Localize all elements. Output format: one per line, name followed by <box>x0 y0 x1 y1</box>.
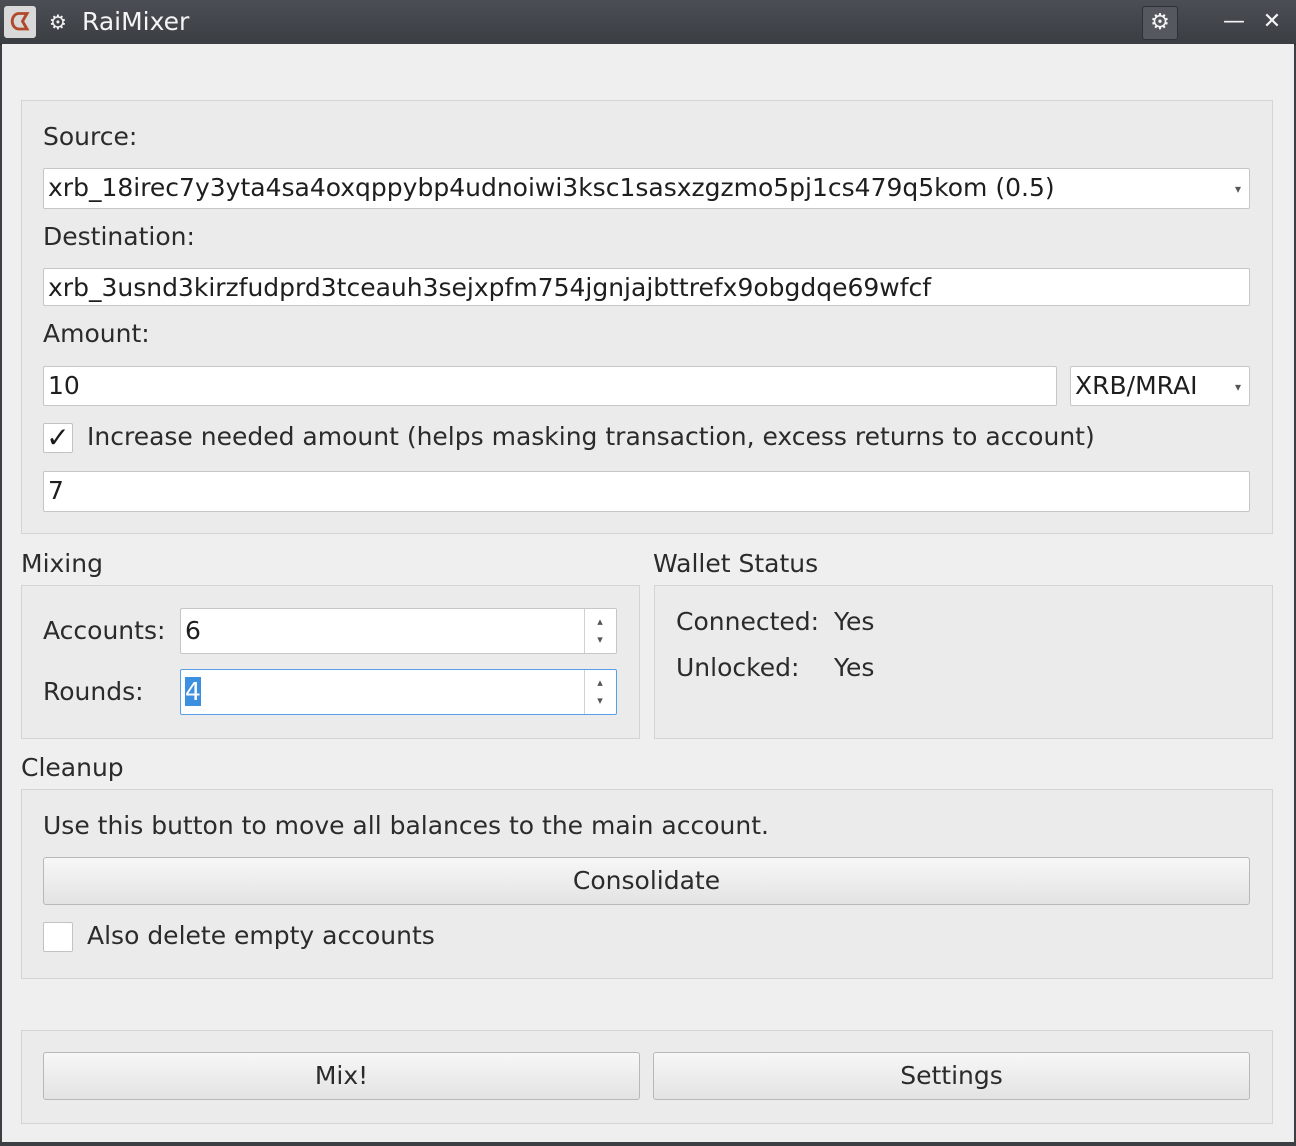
raimixer-window: ᗧ ⚙ RaiMixer ⚙ — ✕ Source: xrb_18irec7y3… <box>0 0 1296 1146</box>
delete-empty-accounts-checkbox[interactable] <box>43 922 73 952</box>
rounds-spin-buttons: ▴ ▾ <box>584 670 616 714</box>
title-bar: ᗧ ⚙ RaiMixer ⚙ — ✕ <box>0 0 1296 45</box>
unlocked-value: Yes <box>834 653 875 682</box>
delete-empty-accounts-label[interactable]: Also delete empty accounts <box>87 921 435 950</box>
unlocked-label: Unlocked: <box>676 653 800 682</box>
spin-up-icon[interactable]: ▴ <box>585 670 615 692</box>
spin-down-icon[interactable]: ▾ <box>585 692 615 714</box>
cleanup-description: Use this button to move all balances to … <box>43 811 769 840</box>
rounds-value: 4 <box>185 677 201 706</box>
minimize-icon[interactable]: — <box>1217 6 1251 38</box>
settings-button[interactable]: Settings <box>653 1052 1250 1100</box>
amount-label: Amount: <box>43 319 150 348</box>
transfer-group <box>21 100 1273 534</box>
destination-value: xrb_3usnd3kirzfudprd3tceauh3sejxpfm754jg… <box>48 273 932 302</box>
mixing-group-title: Mixing <box>21 549 103 578</box>
amount-input[interactable]: 10 <box>43 366 1057 406</box>
app-icon[interactable]: ᗧ <box>4 6 36 38</box>
rounds-spinbox[interactable]: 4 ▴ ▾ <box>180 669 617 715</box>
unit-combobox[interactable]: XRB/MRAI ▾ <box>1070 366 1250 406</box>
accounts-spin-buttons: ▴ ▾ <box>584 609 616 653</box>
accounts-value: 6 <box>185 616 201 645</box>
increase-amount-value: 7 <box>48 476 64 505</box>
unit-value: XRB/MRAI <box>1075 371 1198 400</box>
client-area: Source: xrb_18irec7y3yta4sa4oxqppybp4udn… <box>2 44 1294 1142</box>
source-label: Source: <box>43 122 138 151</box>
increase-amount-input[interactable]: 7 <box>43 471 1250 512</box>
wallet-status-title: Wallet Status <box>653 549 819 578</box>
window-menu-icon[interactable]: ⚙ <box>46 10 70 34</box>
destination-label: Destination: <box>43 222 195 251</box>
rounds-label: Rounds: <box>43 677 144 706</box>
pin-icon[interactable]: ⚙ <box>1142 6 1178 40</box>
source-combobox[interactable]: xrb_18irec7y3yta4sa4oxqppybp4udnoiwi3ksc… <box>43 168 1250 209</box>
amount-value: 10 <box>48 371 80 400</box>
consolidate-button[interactable]: Consolidate <box>43 857 1250 905</box>
spin-up-icon[interactable]: ▴ <box>585 609 615 631</box>
increase-amount-label[interactable]: Increase needed amount (helps masking tr… <box>87 422 1095 451</box>
accounts-spinbox[interactable]: 6 ▴ ▾ <box>180 608 617 654</box>
source-value: xrb_18irec7y3yta4sa4oxqppybp4udnoiwi3ksc… <box>48 173 1055 202</box>
connected-value: Yes <box>834 607 875 636</box>
cleanup-group-title: Cleanup <box>21 753 124 782</box>
accounts-label: Accounts: <box>43 616 166 645</box>
chevron-down-icon: ▾ <box>1234 182 1241 196</box>
close-icon[interactable]: ✕ <box>1255 6 1289 38</box>
increase-amount-checkbox[interactable]: ✓ <box>43 423 73 453</box>
chevron-down-icon: ▾ <box>1234 380 1241 394</box>
mix-button[interactable]: Mix! <box>43 1052 640 1100</box>
spin-down-icon[interactable]: ▾ <box>585 631 615 653</box>
checkmark-icon: ✓ <box>46 421 70 454</box>
destination-input[interactable]: xrb_3usnd3kirzfudprd3tceauh3sejxpfm754jg… <box>43 268 1250 306</box>
connected-label: Connected: <box>676 607 820 636</box>
window-title: RaiMixer <box>82 7 190 36</box>
